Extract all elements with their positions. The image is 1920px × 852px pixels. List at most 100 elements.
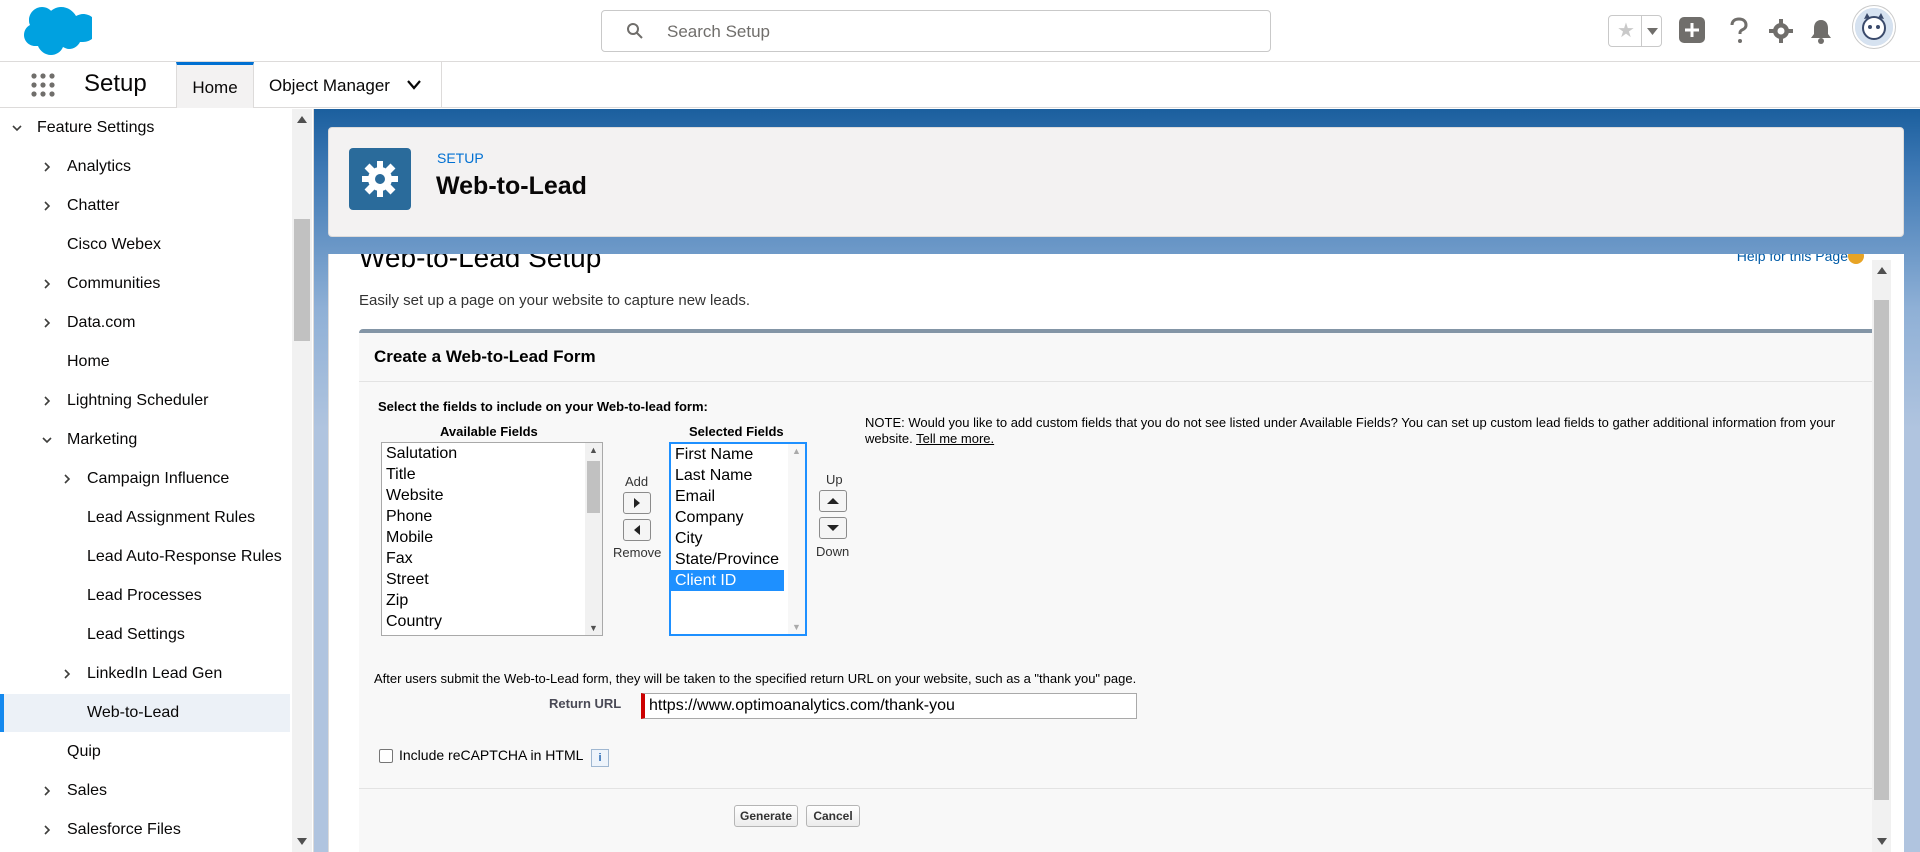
tree-item-label: Analytics [67,158,132,175]
tree-item-campaign-influence[interactable]: Campaign Influence [0,460,290,498]
selected-fields-list[interactable]: First Name Last Name Email Company City … [669,442,807,636]
list-item[interactable]: State/Province [671,549,805,570]
tree-item-lead-settings[interactable]: Lead Settings [0,616,290,654]
tree-item-feature-settings[interactable]: Feature Settings [0,109,290,147]
tell-me-more-link[interactable]: Tell me more. [916,431,994,446]
list-item[interactable]: Fax [382,548,602,569]
available-list-scrollbar[interactable]: ▲ ▼ [585,443,602,635]
tree-item-chatter[interactable]: Chatter [0,187,290,225]
chevron-right-icon[interactable] [62,669,72,679]
help-icon[interactable] [1727,16,1751,46]
tree-item-linkedin-lead-gen[interactable]: LinkedIn Lead Gen [0,655,290,693]
tab-object-manager[interactable]: Object Manager [254,62,442,108]
tree-item-label: LinkedIn Lead Gen [87,665,223,682]
chevron-right-icon[interactable] [42,825,52,835]
page-eyebrow: SETUP [437,150,484,166]
tree-item-label: Home [67,353,110,370]
tree-scrollbar[interactable] [292,109,312,852]
list-item[interactable]: First Name [671,444,805,465]
list-item[interactable]: Mobile [382,527,602,548]
chevron-right-icon[interactable] [42,786,52,796]
help-link[interactable]: Help for this Page [1737,254,1848,264]
tree-item-sales[interactable]: Sales [0,772,290,810]
selected-indicator [0,694,4,732]
info-icon[interactable]: i [591,749,609,767]
search-input[interactable]: Search Setup [667,22,770,42]
setup-content-frame: Web-to-Lead Setup Help for this Page Eas… [328,254,1904,852]
chevron-right-icon[interactable] [42,318,52,328]
global-actions-button[interactable] [1679,17,1705,43]
tree-item-quip[interactable]: Quip [0,733,290,771]
list-item[interactable]: City [671,528,805,549]
scroll-up-arrow-icon[interactable] [1877,266,1887,274]
content-scrollbar[interactable] [1872,260,1891,852]
chevron-down-icon[interactable] [406,78,422,92]
chevron-right-icon[interactable] [42,279,52,289]
scroll-down-arrow-icon[interactable]: ▼ [589,623,598,633]
list-item[interactable]: Country [382,611,602,632]
tree-item-lead-assignment-rules[interactable]: Lead Assignment Rules [0,499,290,537]
tree-scrollbar-thumb[interactable] [294,219,310,341]
tree-item-marketing[interactable]: Marketing [0,421,290,459]
tree-item-home[interactable]: Home [0,343,290,381]
move-up-button[interactable] [819,490,847,512]
generate-button[interactable]: Generate [734,805,798,827]
list-item[interactable]: Phone [382,506,602,527]
list-item-selected[interactable]: Client ID [671,570,784,591]
scroll-down-arrow-icon[interactable]: ▼ [792,622,801,632]
tree-item-label: Feature Settings [37,119,155,136]
gear-icon[interactable] [1768,18,1794,44]
cancel-button[interactable]: Cancel [806,805,860,827]
list-item[interactable]: Last Name [671,465,805,486]
salesforce-logo[interactable] [18,6,92,58]
remove-button[interactable] [623,519,651,541]
tab-home[interactable]: Home [176,62,254,108]
chevron-down-icon[interactable] [42,435,52,445]
field-select-instruction: Select the fields to include on your Web… [378,399,708,414]
content-scrollbar-thumb[interactable] [1874,300,1889,800]
user-avatar[interactable] [1853,6,1895,48]
page-header: SETUP Web-to-Lead [328,127,1904,237]
tree-item-lead-auto-response-rules[interactable]: Lead Auto-Response Rules [0,538,290,576]
scroll-up-arrow-icon[interactable]: ▲ [792,446,801,456]
scroll-down-arrow-icon[interactable] [297,838,307,846]
favorites-button[interactable]: ★ [1608,15,1662,47]
scroll-up-arrow-icon[interactable] [297,115,307,123]
list-item[interactable]: Street [382,569,602,590]
app-launcher-icon[interactable] [30,72,56,98]
list-item[interactable]: Title [382,464,602,485]
tree-item-salesforce-files[interactable]: Salesforce Files [0,811,290,849]
list-item[interactable]: Salutation [382,443,602,464]
scroll-up-arrow-icon[interactable]: ▲ [589,445,598,455]
tree-item-analytics[interactable]: Analytics [0,148,290,186]
tree-item-lead-processes[interactable]: Lead Processes [0,577,290,615]
selected-list-scrollbar[interactable]: ▲ ▼ [788,444,805,634]
return-url-input[interactable] [641,693,1137,719]
recaptcha-checkbox[interactable] [379,749,393,763]
notifications-bell-icon[interactable] [1809,17,1833,45]
chevron-down-icon[interactable] [12,123,22,133]
help-icon[interactable] [1848,254,1864,264]
move-down-button[interactable] [819,517,847,539]
chevron-right-icon[interactable] [42,162,52,172]
tree-item-web-to-lead[interactable]: Web-to-Lead [0,694,290,732]
add-button[interactable] [623,492,651,514]
list-scrollbar-thumb[interactable] [587,461,600,513]
tree-item-label: Lightning Scheduler [67,392,209,409]
app-title: Setup [84,70,147,97]
tree-item-communities[interactable]: Communities [0,265,290,303]
list-item[interactable]: Zip [382,590,602,611]
favorites-dropdown-button[interactable] [1641,16,1662,46]
search-box[interactable]: Search Setup [601,10,1271,52]
tree-item-data-com[interactable]: Data.com [0,304,290,342]
chevron-right-icon[interactable] [42,396,52,406]
list-item[interactable]: Company [671,507,805,528]
scroll-down-arrow-icon[interactable] [1877,838,1887,846]
list-item[interactable]: Website [382,485,602,506]
tree-item-lightning-scheduler[interactable]: Lightning Scheduler [0,382,290,420]
chevron-right-icon[interactable] [42,201,52,211]
tree-item-cisco-webex[interactable]: Cisco Webex [0,226,290,264]
available-fields-list[interactable]: Salutation Title Website Phone Mobile Fa… [381,442,603,636]
list-item[interactable]: Email [671,486,805,507]
chevron-right-icon[interactable] [62,474,72,484]
